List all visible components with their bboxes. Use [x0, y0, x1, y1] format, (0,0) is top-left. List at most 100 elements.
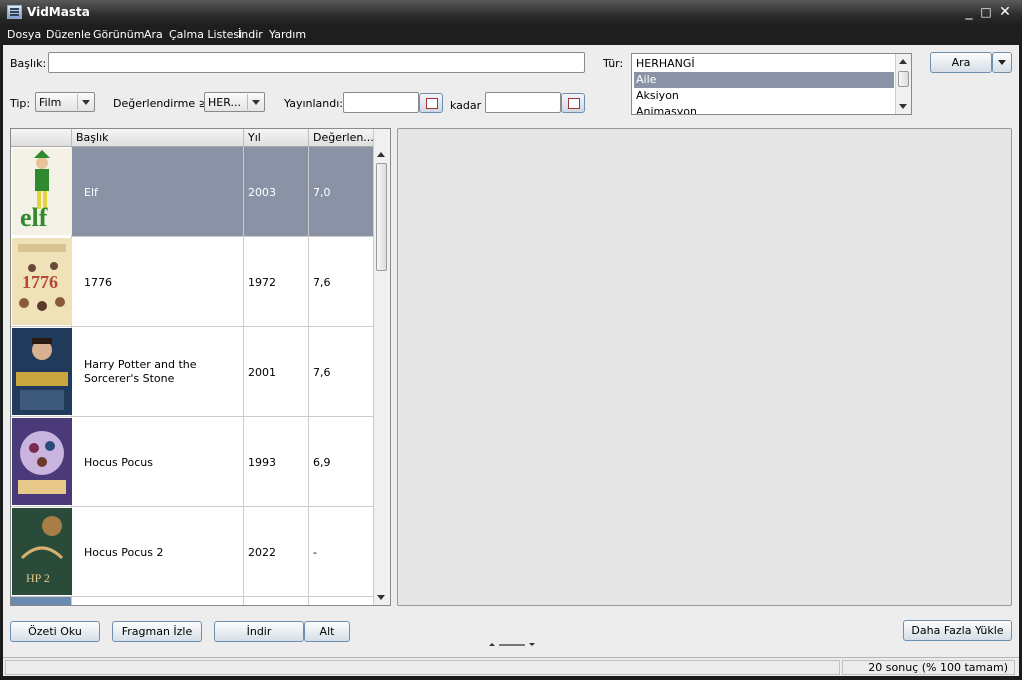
download-button[interactable]: İndir	[214, 621, 304, 642]
menu-file[interactable]: Dosya	[7, 28, 41, 41]
table-row[interactable]: elf Elf 2003 7,0	[11, 147, 375, 237]
genre-label: Tür:	[603, 57, 624, 70]
watch-trailer-button[interactable]: Fragman İzle	[112, 621, 202, 642]
close-button[interactable]: ✕	[997, 4, 1013, 20]
year-cell	[244, 597, 309, 605]
genre-option-any[interactable]: HERHANGİ	[634, 56, 894, 72]
scroll-down-icon[interactable]	[899, 104, 907, 109]
poster-image	[12, 328, 72, 415]
window-title: VidMasta	[27, 5, 90, 19]
released-from-input[interactable]	[343, 92, 419, 113]
title-cell	[72, 597, 244, 605]
genre-option-animation[interactable]: Animasyon	[634, 104, 894, 114]
minimize-button[interactable]: _	[961, 4, 977, 20]
until-label: kadar	[450, 99, 482, 112]
column-header-poster[interactable]	[11, 129, 72, 147]
genre-option-action[interactable]: Aksiyon	[634, 88, 894, 104]
genre-scrollbar[interactable]	[895, 54, 911, 114]
poster-cell: HP 2	[11, 507, 72, 597]
rating-cell: -	[309, 507, 375, 597]
title-cell: 1776	[72, 237, 244, 327]
rating-cell	[309, 597, 375, 605]
year-cell: 1993	[244, 417, 309, 507]
column-header-rating[interactable]: Değerlen...	[309, 129, 375, 147]
type-select[interactable]: Film	[35, 92, 95, 112]
table-row[interactable]: Hocus Pocus 1993 6,9	[11, 417, 375, 507]
type-label: Tip:	[10, 97, 31, 110]
calendar-icon[interactable]	[561, 93, 585, 113]
title-label: Başlık:	[10, 57, 47, 70]
maximize-button[interactable]: □	[978, 4, 994, 20]
search-options-button[interactable]	[992, 52, 1012, 73]
menu-playlist[interactable]: Çalma Listesi	[169, 28, 242, 41]
menu-search[interactable]: Ara	[144, 28, 163, 41]
table-scrollbar[interactable]	[373, 129, 390, 605]
main-content: Başlık: Tür: HERHANGİ Aile Aksiyon Anima…	[3, 45, 1019, 676]
title-bar: VidMasta _ □ ✕	[0, 0, 1022, 26]
poster-image	[12, 418, 72, 505]
title-search-input[interactable]	[48, 52, 585, 73]
search-button[interactable]: Ara	[930, 52, 992, 73]
results-count: 20 sonuç (% 100 tamam)	[842, 660, 1015, 675]
chevron-down-icon	[77, 94, 93, 110]
svg-text:elf: elf	[20, 203, 48, 232]
status-bar: 20 sonuç (% 100 tamam)	[3, 657, 1019, 676]
rating-cell: 6,9	[309, 417, 375, 507]
poster-cell	[11, 597, 72, 605]
poster-image: HP 2	[12, 508, 72, 595]
scroll-up-icon[interactable]	[377, 152, 385, 157]
year-cell: 2022	[244, 507, 309, 597]
genre-scroll-thumb[interactable]	[898, 71, 909, 87]
table-row[interactable]	[11, 597, 375, 605]
poster-image: elf	[12, 148, 72, 235]
genre-list[interactable]: HERHANGİ Aile Aksiyon Animasyon	[631, 53, 912, 115]
table-row[interactable]: 1776 1776 1972 7,6	[11, 237, 375, 327]
menu-help[interactable]: Yardım	[269, 28, 306, 41]
menu-download[interactable]: İndir	[238, 28, 263, 41]
subtitle-button[interactable]: Alt	[304, 621, 350, 642]
year-cell: 2003	[244, 147, 309, 237]
table-row[interactable]: Harry Potter and the Sorcerer's Stone 20…	[11, 327, 375, 417]
status-message	[5, 660, 840, 675]
rating-cell: 7,0	[309, 147, 375, 237]
calendar-icon[interactable]	[419, 93, 443, 113]
read-summary-button[interactable]: Özeti Oku	[10, 621, 100, 642]
poster-cell: elf	[11, 147, 72, 237]
table-header: Başlık Yıl Değerlen...	[11, 129, 375, 147]
table-scroll-thumb[interactable]	[376, 163, 387, 271]
year-cell: 1972	[244, 237, 309, 327]
column-header-title[interactable]: Başlık	[72, 129, 244, 147]
menu-view[interactable]: Görünüm	[93, 28, 144, 41]
title-cell: Harry Potter and the Sorcerer's Stone	[72, 327, 244, 417]
svg-text:HP 2: HP 2	[26, 571, 50, 585]
rating-value: HER...	[208, 96, 241, 109]
scroll-up-icon[interactable]	[899, 59, 907, 64]
year-cell: 2001	[244, 327, 309, 417]
title-cell: Hocus Pocus 2	[72, 507, 244, 597]
scroll-down-icon[interactable]	[377, 595, 385, 600]
type-value: Film	[39, 96, 62, 109]
table-row[interactable]: HP 2 Hocus Pocus 2 2022 -	[11, 507, 375, 597]
column-header-year[interactable]: Yıl	[244, 129, 309, 147]
rating-cell: 7,6	[309, 237, 375, 327]
poster-image: 1776	[12, 238, 72, 325]
app-icon	[7, 5, 22, 19]
title-cell: Hocus Pocus	[72, 417, 244, 507]
poster-cell: 1776	[11, 237, 72, 327]
title-cell: Elf	[72, 147, 244, 237]
rating-label: Değerlendirme ≥:	[113, 97, 212, 110]
menu-edit[interactable]: Düzenle	[46, 28, 91, 41]
chevron-down-icon	[247, 94, 263, 110]
released-label: Yayınlandı:	[284, 97, 343, 110]
svg-text:1776: 1776	[22, 272, 58, 292]
poster-cell	[11, 417, 72, 507]
load-more-button[interactable]: Daha Fazla Yükle	[903, 620, 1012, 641]
results-table: Başlık Yıl Değerlen... elf Elf 2003 7,0	[10, 128, 391, 606]
chevron-down-icon	[998, 60, 1006, 65]
rating-select[interactable]: HER...	[204, 92, 265, 112]
menu-bar: Dosya Düzenle Görünüm Ara Çalma Listesi …	[0, 26, 1022, 45]
genre-option-family[interactable]: Aile	[634, 72, 894, 88]
splitter-handle[interactable]	[489, 642, 535, 648]
rating-cell: 7,6	[309, 327, 375, 417]
released-until-input[interactable]	[485, 92, 561, 113]
